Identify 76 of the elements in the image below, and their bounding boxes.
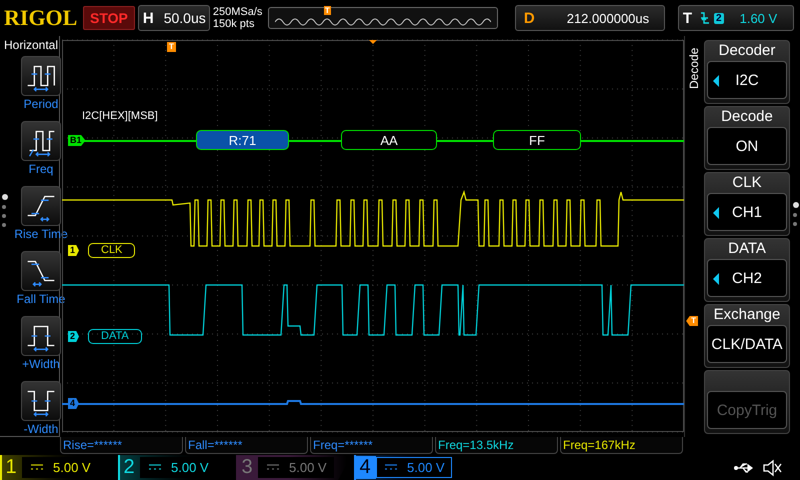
delay-label: D [522, 10, 536, 26]
decoded-packet: R:71 [196, 130, 289, 150]
softkey-panel[interactable]: DATA CH2 [704, 238, 790, 302]
trigger-position-marker: T [324, 6, 331, 15]
softkey-title: Decode [721, 107, 773, 127]
menu-tab[interactable]: Decode [687, 36, 701, 100]
trigger-source: 2 [714, 12, 724, 24]
measure-label: +Width [22, 357, 60, 371]
softkey-value-text: CLK/DATA [711, 336, 783, 352]
decoded-packet: FF [493, 130, 581, 150]
channel-number: 1 [4, 456, 18, 479]
measurement-reading: Freq=167kHz [560, 437, 683, 454]
dc-coupling-icon [267, 464, 279, 472]
trigger-label: T [682, 10, 694, 26]
measure-button[interactable] [21, 251, 61, 291]
timebase-display[interactable]: H 50.0us [138, 5, 210, 31]
measure-button[interactable] [21, 121, 61, 161]
falling-edge-icon [700, 11, 710, 25]
softkey-title: DATA [728, 239, 766, 259]
channel-marker[interactable]: 2 [68, 331, 80, 342]
softkey-value-text: CopyTrig [716, 402, 778, 418]
channel-scale: 5.00 V [53, 460, 91, 475]
measure-button[interactable] [21, 381, 61, 421]
delay-display[interactable]: D 212.000000us [514, 5, 665, 31]
channel-scale: 5.00 V [289, 460, 327, 475]
measure-button[interactable] [21, 186, 61, 226]
trigger-level-marker: T [686, 316, 698, 326]
channel-marker[interactable]: 1 [68, 245, 80, 256]
sample-rate: 250MSa/s [212, 6, 264, 18]
measurement-reading: Freq=****** [310, 437, 433, 454]
timebase-value: 50.0us [162, 10, 206, 26]
decoded-packet: AA [341, 130, 437, 150]
run-stop-button[interactable]: STOP [83, 6, 135, 30]
measure-button[interactable] [21, 316, 61, 356]
channel-label: DATA [88, 329, 142, 344]
softkey-title: CLK [732, 173, 762, 193]
bus-label: I2C[HEX][MSB] [82, 110, 158, 122]
measure-label: -Width [24, 422, 58, 436]
timebase-label: H [142, 10, 155, 26]
softkey-value-text: ON [736, 138, 758, 154]
softkey-panel[interactable]: Decoder I2C [704, 40, 790, 104]
softkey-panel[interactable]: Decode ON [704, 106, 790, 170]
measure-label: Fall Time [16, 292, 66, 306]
trigger-position-marker: T [167, 42, 176, 52]
softkey-value-text: CH1 [732, 204, 762, 220]
softkey-title: Decoder [718, 41, 776, 61]
measure-label: Period [24, 97, 58, 111]
measurement-reading: Rise=****** [60, 437, 183, 454]
channel-number: 2 [122, 456, 136, 479]
channel-number: 3 [240, 456, 254, 479]
channel-scale: 5.00 V [171, 460, 209, 475]
brand-logo: RIGOL [4, 5, 78, 31]
center-marker-icon [369, 40, 377, 44]
speaker-muted-icon [762, 458, 782, 476]
trigger-level: 1.60 V [740, 10, 778, 26]
dc-coupling-icon [385, 464, 397, 472]
memory-depth: 150k pts [212, 18, 256, 30]
softkey-value-text: I2C [735, 72, 759, 88]
menu-title: Horizontal [3, 37, 59, 54]
softkey-title: Exchange [714, 305, 780, 325]
delay-value: 212.000000us [566, 10, 650, 26]
softkey-panel[interactable]: Exchange CLK/DATA [704, 304, 790, 368]
channel-scale: 5.00 V [407, 460, 445, 475]
dc-coupling-icon [149, 464, 161, 472]
channel-label: CLK [88, 243, 136, 258]
softkey-value-text: CH2 [732, 270, 762, 286]
softkey-panel[interactable]: CLK CH1 [704, 172, 790, 236]
measurement-reading: Freq=13.5kHz [435, 437, 558, 454]
channel-number: 4 [354, 456, 376, 479]
bus-marker[interactable]: B1 [68, 135, 86, 146]
measure-label: Freq [28, 162, 54, 176]
dc-coupling-icon [31, 464, 43, 472]
channel-marker[interactable]: 4 [68, 398, 80, 409]
measurement-reading: Fall=****** [185, 437, 308, 454]
measure-button[interactable] [21, 56, 61, 96]
trigger-display[interactable]: T 2 1.60 V [678, 5, 794, 31]
